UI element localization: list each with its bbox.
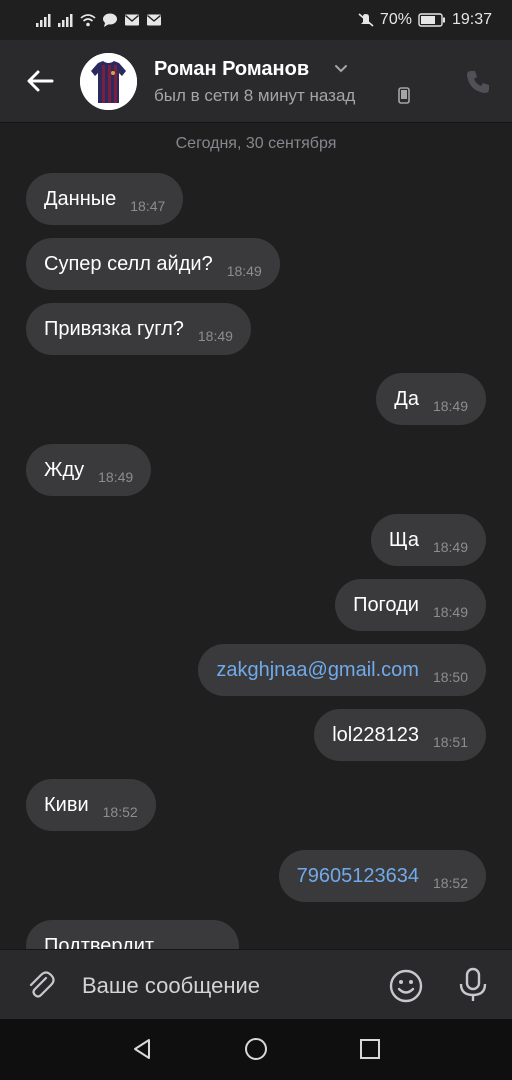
- message-time: 18:51: [432, 734, 468, 750]
- message-composer: [0, 949, 512, 1019]
- outgoing-message[interactable]: lol228123 18:51: [314, 709, 486, 761]
- incoming-message[interactable]: Супер селл айди? 18:49: [26, 238, 280, 290]
- email-link[interactable]: zakghjnaa@gmail.com: [216, 659, 419, 682]
- message-list[interactable]: Сегодня, 30 сентября Данные 18:47 Супер …: [0, 123, 512, 949]
- incoming-message[interactable]: Жду 18:49: [26, 444, 152, 496]
- clock: 19:37: [451, 11, 492, 28]
- contact-name[interactable]: Роман Романов: [154, 58, 309, 81]
- message-time: 18:49: [98, 469, 134, 485]
- message-text: Киви: [44, 793, 89, 816]
- message-time: 18:49: [432, 398, 468, 414]
- message-time: 18:49: [432, 539, 468, 555]
- chevron-down-icon[interactable]: [334, 64, 348, 74]
- message-time: 18:49: [226, 263, 262, 279]
- mail-icon: [147, 14, 161, 26]
- message-text: Жду: [44, 458, 85, 481]
- message-time: 18:49: [432, 604, 468, 620]
- emoji-icon[interactable]: [388, 968, 424, 1004]
- message-text: Привязка гугл?: [44, 317, 184, 340]
- paperclip-icon[interactable]: [24, 969, 56, 1001]
- status-right-icons: 70% 19:37: [358, 12, 492, 28]
- incoming-message[interactable]: Подтвердит: [26, 920, 239, 949]
- microphone-icon[interactable]: [456, 967, 490, 1003]
- outgoing-message[interactable]: zakghjnaa@gmail.com 18:50: [198, 644, 486, 696]
- mute-icon: [358, 13, 374, 27]
- outgoing-message[interactable]: Да 18:49: [376, 373, 486, 425]
- message-text: Супер селл айди?: [44, 252, 213, 275]
- mail-icon: [125, 14, 139, 26]
- message-time: 18:49: [197, 328, 233, 344]
- system-nav-bar: [0, 1019, 512, 1080]
- avatar[interactable]: [80, 53, 137, 110]
- chat-bubble-icon: [103, 13, 117, 27]
- phone-number-link[interactable]: 79605123634: [297, 865, 419, 888]
- outgoing-message[interactable]: 79605123634 18:52: [278, 850, 486, 902]
- date-separator: Сегодня, 30 сентября: [175, 135, 337, 152]
- incoming-message[interactable]: Привязка гугл? 18:49: [26, 303, 251, 355]
- message-text: lol228123: [332, 723, 419, 746]
- signal-icon: [58, 14, 73, 27]
- wifi-icon: [80, 14, 96, 27]
- status-bar: 70% 19:37: [0, 0, 512, 40]
- mobile-phone-icon: [398, 87, 410, 104]
- jersey-image: [80, 53, 137, 110]
- message-time: 18:52: [102, 804, 138, 820]
- battery-icon: [418, 13, 445, 27]
- incoming-message[interactable]: Киви 18:52: [26, 779, 156, 831]
- incoming-message[interactable]: Данные 18:47: [26, 173, 184, 225]
- signal-icon: [36, 14, 51, 27]
- message-text: Ща: [388, 528, 419, 551]
- message-time: 18:50: [432, 669, 468, 685]
- outgoing-message[interactable]: Ща 18:49: [370, 514, 486, 566]
- message-time: 18:52: [432, 875, 468, 891]
- contact-status: был в сети 8 минут назад: [154, 86, 356, 105]
- call-icon[interactable]: [464, 68, 492, 96]
- message-text: Погоди: [353, 593, 419, 616]
- back-arrow-icon[interactable]: [22, 66, 58, 96]
- nav-recent-icon[interactable]: [358, 1037, 382, 1061]
- message-text: Подтвердит: [44, 934, 155, 950]
- chat-header: Роман Романов был в сети 8 минут назад: [0, 40, 512, 123]
- battery-percent: 70%: [379, 11, 412, 28]
- nav-home-icon[interactable]: [244, 1037, 268, 1061]
- nav-back-icon[interactable]: [130, 1037, 154, 1061]
- message-text: Данные: [44, 187, 117, 210]
- status-left-icons: [36, 13, 162, 27]
- outgoing-message[interactable]: Погоди 18:49: [335, 579, 486, 631]
- message-time: 18:47: [130, 198, 166, 214]
- message-text: Да: [394, 387, 419, 410]
- message-input[interactable]: [80, 966, 364, 1006]
